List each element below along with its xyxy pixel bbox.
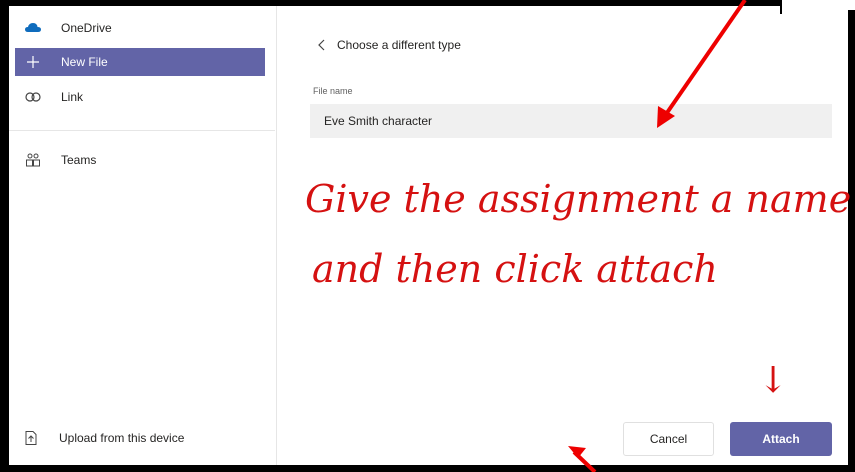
sidebar-item-label: Teams [61, 153, 97, 167]
upload-label: Upload from this device [59, 431, 185, 445]
screenshot-border-bottom [0, 465, 855, 472]
screenshot-border-notch [780, 0, 782, 14]
sidebar-item-label: OneDrive [61, 21, 112, 35]
screenshot-border-left [0, 0, 9, 472]
cloud-icon [25, 20, 41, 36]
back-label: Choose a different type [337, 38, 461, 52]
sidebar-item-link[interactable]: Link [15, 83, 265, 111]
sidebar-divider [9, 130, 275, 131]
main-panel: Choose a different type File name [277, 6, 848, 465]
plus-icon [25, 54, 41, 70]
back-to-type-link[interactable]: Choose a different type [315, 38, 461, 52]
attach-button[interactable]: Attach [730, 422, 832, 456]
sidebar-item-teams[interactable]: Teams [15, 146, 265, 174]
sidebar-item-new-file[interactable]: New File [15, 48, 265, 76]
link-icon [25, 89, 41, 105]
upload-file-icon [23, 430, 39, 446]
file-name-input[interactable] [310, 104, 832, 138]
file-name-label: File name [313, 86, 353, 96]
dialog-frame: OneDrive New File Link Teams Upload from… [0, 0, 855, 472]
sidebar: OneDrive New File Link Teams Upload from… [9, 6, 277, 465]
cancel-button[interactable]: Cancel [623, 422, 714, 456]
screenshot-border-top [0, 0, 780, 6]
chevron-left-icon [318, 39, 325, 51]
sidebar-item-label: Link [61, 90, 84, 104]
teams-icon [25, 152, 41, 168]
sidebar-item-onedrive[interactable]: OneDrive [15, 14, 265, 42]
sidebar-item-label: New File [61, 55, 108, 69]
upload-from-device[interactable]: Upload from this device [23, 426, 184, 450]
screenshot-border-right [848, 10, 855, 472]
